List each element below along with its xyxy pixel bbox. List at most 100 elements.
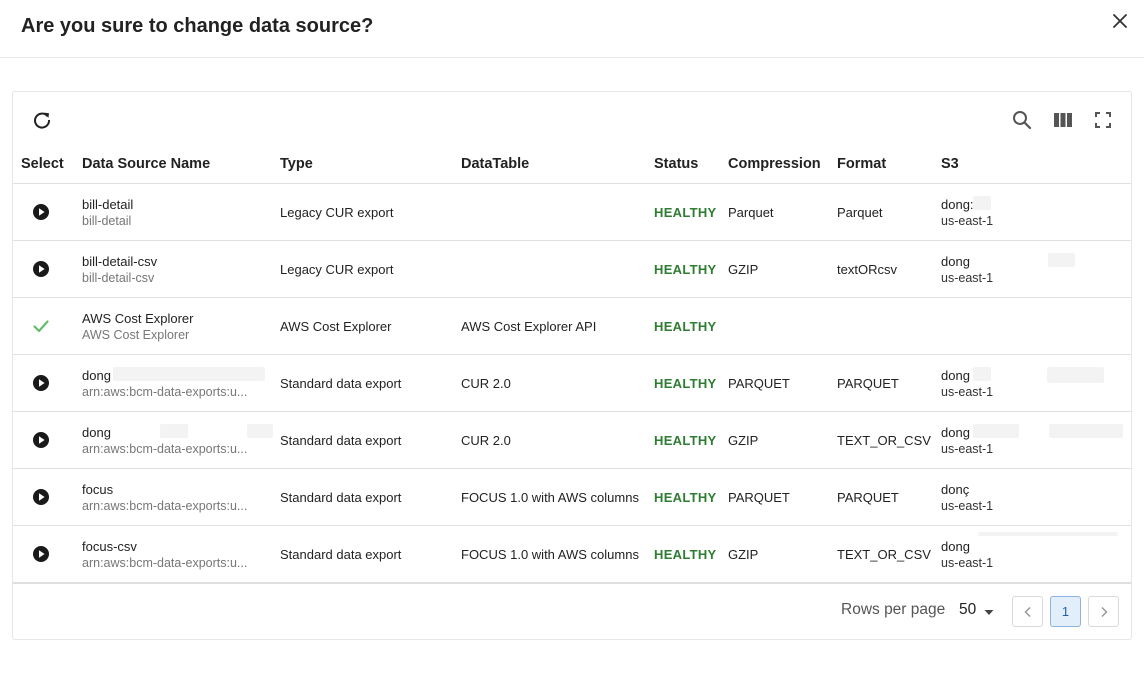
search-icon[interactable] xyxy=(1011,109,1033,131)
type-cell: Standard data export xyxy=(280,490,402,505)
data-source-subname: arn:aws:bcm-data-exports:u... xyxy=(82,556,248,570)
data-source-name: bill-detail xyxy=(82,197,134,212)
s3-bucket: dong xyxy=(941,425,970,440)
data-source-name: focus-csv xyxy=(82,539,137,554)
format-cell: PARQUET xyxy=(837,376,899,391)
redacted-block xyxy=(1049,424,1123,438)
redacted-block xyxy=(1048,253,1075,267)
play-circle-icon[interactable] xyxy=(32,431,50,449)
table-row[interactable]: bill-detail-csv bill-detail-csv Legacy C… xyxy=(13,241,1131,298)
type-cell: Legacy CUR export xyxy=(280,205,394,220)
footer-divider xyxy=(13,583,1131,584)
table-row[interactable]: bill-detail bill-detail Legacy CUR expor… xyxy=(13,184,1131,241)
data-source-subname: AWS Cost Explorer xyxy=(82,328,190,342)
table-row[interactable]: focus arn:aws:bcm-data-exports:u... Stan… xyxy=(13,469,1131,526)
datatable-cell: AWS Cost Explorer API xyxy=(461,319,597,334)
format-cell: PARQUET xyxy=(837,490,899,505)
type-cell: Standard data export xyxy=(280,547,402,562)
type-cell: AWS Cost Explorer xyxy=(280,319,392,334)
col-s3[interactable]: S3 xyxy=(941,156,959,172)
compression-cell: GZIP xyxy=(728,547,759,562)
dialog-header: Are you sure to change data source? xyxy=(0,0,1144,58)
status-badge: HEALTHY xyxy=(654,490,717,505)
data-source-name: dong xyxy=(82,368,111,383)
refresh-icon[interactable] xyxy=(31,109,53,131)
s3-region: us-east-1 xyxy=(941,442,994,456)
type-cell: Legacy CUR export xyxy=(280,262,394,277)
redacted-block xyxy=(1047,367,1104,383)
data-source-table-panel: Select Data Source Name Type DataTable S… xyxy=(12,91,1132,640)
col-compression[interactable]: Compression xyxy=(728,156,821,172)
columns-icon[interactable] xyxy=(1052,109,1074,131)
data-source-subname: arn:aws:bcm-data-exports:u... xyxy=(82,499,248,513)
redacted-block xyxy=(160,424,188,438)
s3-bucket: dong: xyxy=(941,197,974,212)
data-source-name: AWS Cost Explorer xyxy=(82,311,194,326)
type-cell: Standard data export xyxy=(280,376,402,391)
col-status[interactable]: Status xyxy=(654,156,698,172)
col-select[interactable]: Select xyxy=(21,156,64,172)
data-source-subname: bill-detail-csv xyxy=(82,271,155,285)
datatable-cell: FOCUS 1.0 with AWS columns xyxy=(461,547,639,562)
status-badge: HEALTHY xyxy=(654,205,717,220)
format-cell: Parquet xyxy=(837,205,883,220)
type-cell: Standard data export xyxy=(280,433,402,448)
play-circle-icon[interactable] xyxy=(32,488,50,506)
chevron-right-icon xyxy=(1100,606,1108,617)
play-circle-icon[interactable] xyxy=(32,203,50,221)
play-circle-icon[interactable] xyxy=(32,545,50,563)
s3-bucket: donç xyxy=(941,482,970,497)
format-cell: TEXT_OR_CSV xyxy=(837,433,931,448)
format-cell: textORcsv xyxy=(837,262,897,277)
compression-cell: PARQUET xyxy=(728,490,790,505)
data-source-subname: arn:aws:bcm-data-exports:u... xyxy=(82,385,248,399)
compression-cell: Parquet xyxy=(728,205,774,220)
table-row[interactable]: dong arn:aws:bcm-data-exports:u... Stand… xyxy=(13,412,1131,469)
next-page-button[interactable] xyxy=(1088,596,1119,627)
rows-per-page-select[interactable]: 50 xyxy=(959,601,976,619)
table-row[interactable]: AWS Cost Explorer AWS Cost Explorer AWS … xyxy=(13,298,1131,355)
table-row[interactable]: focus-csv arn:aws:bcm-data-exports:u... … xyxy=(13,526,1131,583)
col-format[interactable]: Format xyxy=(837,156,886,172)
format-cell: TEXT_OR_CSV xyxy=(837,547,931,562)
compression-cell: GZIP xyxy=(728,433,759,448)
play-circle-icon[interactable] xyxy=(32,260,50,278)
fullscreen-icon[interactable] xyxy=(1092,109,1114,131)
s3-region: us-east-1 xyxy=(941,214,994,228)
s3-region: us-east-1 xyxy=(941,556,994,570)
col-data-source-name[interactable]: Data Source Name xyxy=(82,156,210,172)
rows-per-page-label: Rows per page xyxy=(841,601,946,618)
redacted-block xyxy=(973,367,991,381)
chevron-left-icon xyxy=(1023,606,1031,617)
s3-region: us-east-1 xyxy=(941,271,994,285)
page-button-current[interactable]: 1 xyxy=(1050,596,1081,627)
data-source-name: dong xyxy=(82,425,111,440)
redacted-block xyxy=(978,532,1118,536)
status-badge: HEALTHY xyxy=(654,547,717,562)
dialog-title: Are you sure to change data source? xyxy=(21,15,374,37)
table-row[interactable]: dong arn:aws:bcm-data-exports:u... Stand… xyxy=(13,355,1131,412)
redacted-block xyxy=(973,424,1019,438)
col-type[interactable]: Type xyxy=(280,156,313,172)
col-datatable[interactable]: DataTable xyxy=(461,156,529,172)
redacted-block xyxy=(247,424,273,438)
s3-bucket: dong xyxy=(941,539,970,554)
s3-region: us-east-1 xyxy=(941,385,994,399)
prev-page-button[interactable] xyxy=(1012,596,1043,627)
data-source-subname: bill-detail xyxy=(82,214,132,228)
data-source-name: focus xyxy=(82,482,114,497)
play-circle-icon[interactable] xyxy=(32,374,50,392)
close-icon[interactable] xyxy=(1110,11,1130,31)
s3-bucket: dong xyxy=(941,254,970,269)
data-source-subname: arn:aws:bcm-data-exports:u... xyxy=(82,442,248,456)
s3-bucket: dong xyxy=(941,368,970,383)
check-icon xyxy=(32,317,50,335)
datatable-cell: FOCUS 1.0 with AWS columns xyxy=(461,490,639,505)
redacted-block xyxy=(113,367,265,381)
datatable-cell: CUR 2.0 xyxy=(461,433,511,448)
compression-cell: GZIP xyxy=(728,262,759,277)
compression-cell: PARQUET xyxy=(728,376,790,391)
status-badge: HEALTHY xyxy=(654,433,717,448)
data-source-name: bill-detail-csv xyxy=(82,254,158,269)
caret-down-icon[interactable] xyxy=(983,605,995,617)
